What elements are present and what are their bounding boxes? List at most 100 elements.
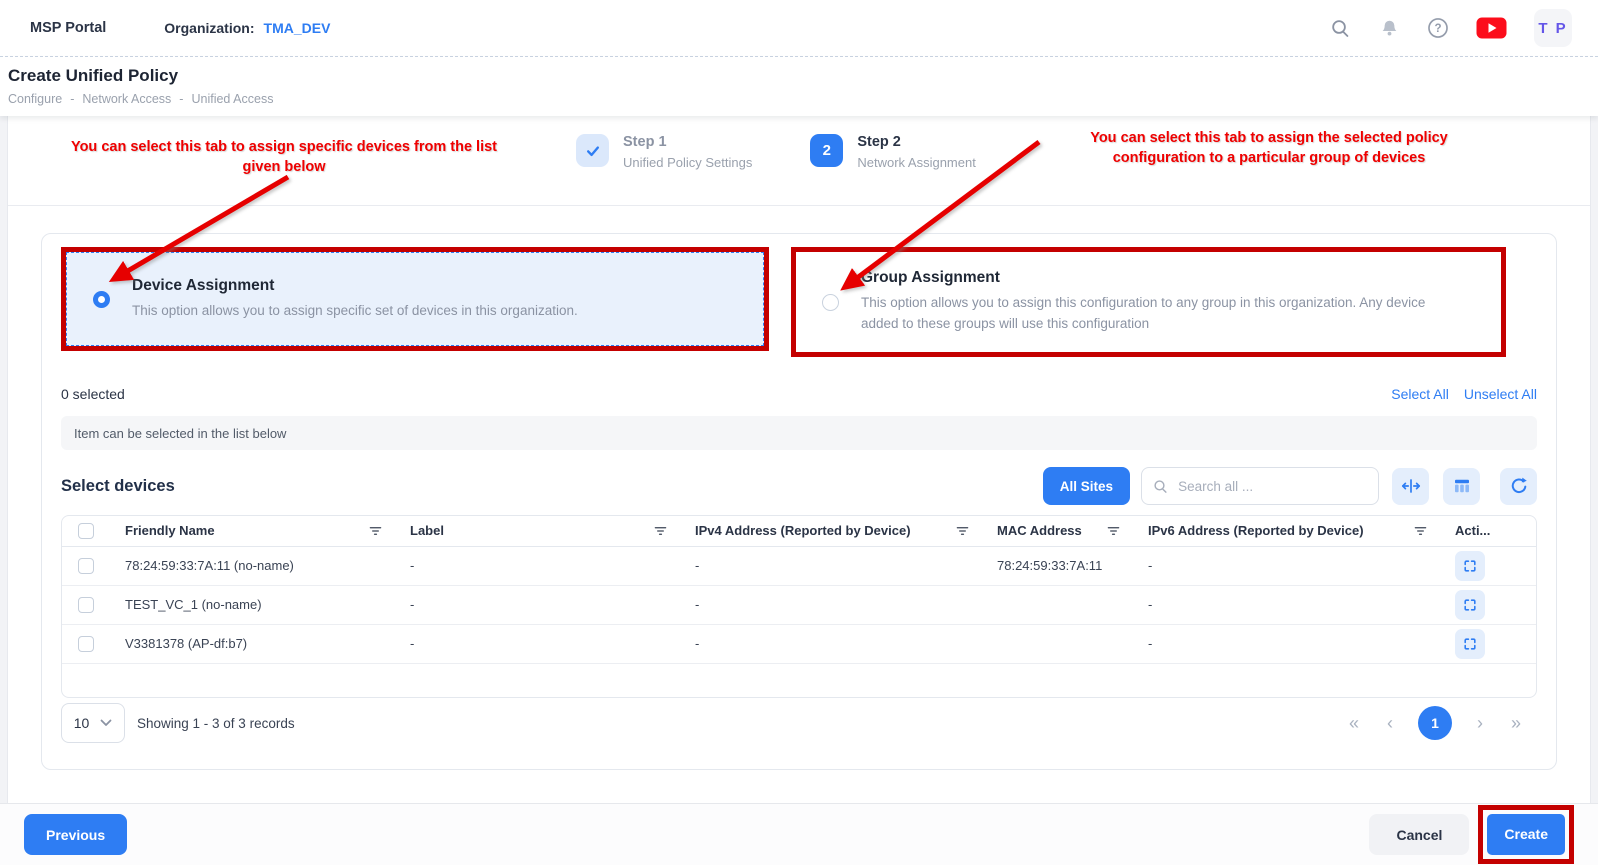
cell-mac [982, 585, 1133, 624]
expand-row-icon [1462, 558, 1478, 574]
step-1-subtitle: Unified Policy Settings [623, 155, 752, 170]
organization-label: Organization: [164, 20, 254, 36]
unselect-all-link[interactable]: Unselect All [1464, 386, 1537, 402]
fit-columns-button[interactable] [1392, 468, 1429, 505]
cell-friendly-name: TEST_VC_1 (no-name) [110, 585, 395, 624]
expand-row-button[interactable] [1455, 551, 1485, 581]
breadcrumb-separator: - [70, 92, 74, 106]
selection-summary-row: 0 selected Select All Unselect All [61, 386, 1537, 402]
select-devices-title: Select devices [61, 477, 175, 496]
pagination-bar: 10 Showing 1 - 3 of 3 records 1 [61, 701, 1537, 745]
column-friendly-name[interactable]: Friendly Name [125, 523, 215, 538]
filter-icon[interactable] [1414, 524, 1427, 537]
column-label[interactable]: Label [410, 523, 444, 538]
pager-next-icon[interactable] [1474, 714, 1486, 732]
search-icon[interactable] [1329, 17, 1351, 39]
columns-icon [1452, 476, 1472, 496]
expand-row-icon [1462, 636, 1478, 652]
breadcrumb-item-network-access[interactable]: Network Access [82, 92, 171, 106]
cell-friendly-name: V3381378 (AP-df:b7) [110, 624, 395, 663]
device-assignment-option[interactable]: Device Assignment This option allows you… [66, 252, 764, 346]
annotation-box-group-assignment: Group Assignment This option allows you … [791, 247, 1506, 357]
wizard-footer: Previous Cancel Create [0, 803, 1598, 865]
expand-row-button[interactable] [1455, 590, 1485, 620]
step-2[interactable]: 2 Step 2 Network Assignment [810, 134, 976, 170]
annotation-text-right: You can select this tab to assign the se… [1058, 129, 1480, 168]
table-row: TEST_VC_1 (no-name) - - - [62, 585, 1536, 624]
breadcrumb-item-unified-access[interactable]: Unified Access [191, 92, 273, 106]
table-row: 78:24:59:33:7A:11 (no-name) - - 78:24:59… [62, 546, 1536, 585]
step-1-title: Step 1 [623, 134, 752, 150]
wizard-steps: Step 1 Unified Policy Settings 2 Step 2 … [576, 134, 976, 170]
step-1[interactable]: Step 1 Unified Policy Settings [576, 134, 752, 170]
annotation-box-create: Create [1478, 805, 1574, 864]
pager-last-icon[interactable] [1508, 714, 1524, 732]
column-ipv4[interactable]: IPv4 Address (Reported by Device) [695, 523, 911, 538]
help-icon[interactable]: ? [1427, 17, 1449, 39]
cell-ipv6: - [1133, 585, 1440, 624]
row-checkbox[interactable] [78, 636, 94, 652]
column-ipv6[interactable]: IPv6 Address (Reported by Device) [1148, 523, 1364, 538]
cell-ipv4: - [680, 585, 982, 624]
cell-label: - [395, 624, 680, 663]
all-sites-button[interactable]: All Sites [1043, 467, 1130, 505]
refresh-button[interactable] [1500, 468, 1537, 505]
assignment-options: Device Assignment This option allows you… [61, 247, 1537, 357]
page-size-value: 10 [74, 715, 90, 731]
page-size-select[interactable]: 10 [61, 703, 125, 743]
organization-group: Organization: TMA_DEV [164, 20, 330, 36]
user-avatar[interactable]: T P [1534, 9, 1572, 47]
pager-first-icon[interactable] [1346, 714, 1362, 732]
row-checkbox[interactable] [78, 597, 94, 613]
cell-label: - [395, 546, 680, 585]
wizard-steps-row: You can select this tab to assign specif… [8, 116, 1590, 206]
brand-title: MSP Portal [30, 20, 106, 36]
notifications-icon[interactable] [1378, 17, 1400, 39]
top-bar: MSP Portal Organization: TMA_DEV ? T P [0, 0, 1598, 57]
refresh-icon [1509, 476, 1529, 496]
columns-settings-button[interactable] [1443, 468, 1480, 505]
device-assignment-radio[interactable] [93, 291, 110, 308]
step-2-number-badge: 2 [810, 134, 843, 167]
filter-icon[interactable] [369, 524, 382, 537]
organization-link[interactable]: TMA_DEV [264, 20, 331, 36]
group-assignment-option[interactable]: Group Assignment This option allows you … [796, 252, 1501, 352]
step-2-title: Step 2 [857, 134, 976, 150]
cell-ipv6: - [1133, 624, 1440, 663]
cell-mac: 78:24:59:33:7A:11 [982, 546, 1133, 585]
table-empty-space [62, 663, 1536, 697]
column-mac[interactable]: MAC Address [997, 523, 1082, 538]
filter-icon[interactable] [956, 524, 969, 537]
svg-text:?: ? [1434, 23, 1441, 35]
device-assignment-title: Device Assignment [132, 277, 578, 295]
group-assignment-radio[interactable] [822, 294, 839, 311]
selection-hint: Item can be selected in the list below [61, 416, 1537, 450]
cell-label: - [395, 585, 680, 624]
filter-icon[interactable] [1107, 524, 1120, 537]
breadcrumb-item-configure[interactable]: Configure [8, 92, 62, 106]
msp-portal-page: MSP Portal Organization: TMA_DEV ? T P C… [0, 0, 1598, 865]
breadcrumb: Configure - Network Access - Unified Acc… [8, 92, 1598, 106]
select-all-link[interactable]: Select All [1391, 386, 1449, 402]
expand-row-icon [1462, 597, 1478, 613]
annotation-box-device-assignment: Device Assignment This option allows you… [61, 247, 769, 351]
column-actions[interactable]: Acti... [1455, 523, 1490, 538]
records-summary: Showing 1 - 3 of 3 records [137, 716, 295, 731]
devices-toolbar: Select devices All Sites [61, 467, 1537, 505]
pager-prev-icon[interactable] [1384, 714, 1396, 732]
table-row: V3381378 (AP-df:b7) - - - [62, 624, 1536, 663]
create-button[interactable]: Create [1487, 814, 1565, 855]
cell-ipv4: - [680, 546, 982, 585]
search-input[interactable] [1176, 478, 1367, 495]
select-all-checkbox[interactable] [78, 523, 94, 539]
row-checkbox[interactable] [78, 558, 94, 574]
previous-button[interactable]: Previous [24, 814, 127, 855]
filter-icon[interactable] [654, 524, 667, 537]
selected-count: 0 selected [61, 386, 125, 402]
cancel-button[interactable]: Cancel [1369, 814, 1469, 855]
collapsed-left-rail [0, 112, 8, 803]
current-page-button[interactable]: 1 [1418, 706, 1452, 740]
search-icon [1153, 478, 1168, 495]
expand-row-button[interactable] [1455, 629, 1485, 659]
youtube-icon[interactable] [1476, 17, 1507, 39]
